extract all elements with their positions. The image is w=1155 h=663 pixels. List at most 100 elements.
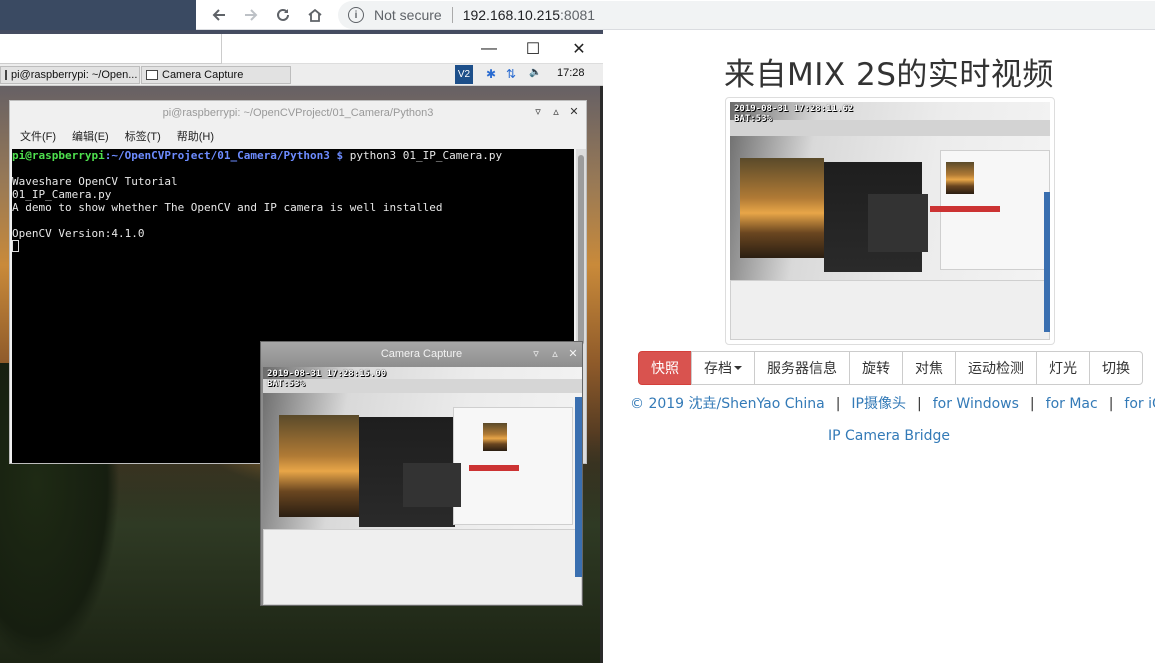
menu-help[interactable]: 帮助(H) (177, 128, 214, 144)
network-icon[interactable]: ⇅ (506, 67, 516, 81)
copyright-link[interactable]: © 2019 沈垚/ShenYao China (630, 396, 825, 412)
archive-dropdown-button[interactable]: 存档 (691, 351, 755, 385)
forward-icon[interactable] (240, 4, 262, 26)
stream-stamp: 2019-08-31 17:28:11.62 BAT:53% (734, 104, 853, 124)
server-info-button[interactable]: 服务器信息 (754, 351, 850, 385)
frame-decor (469, 465, 519, 471)
cursor-line (12, 240, 574, 253)
live-video-frame: 2019-08-31 17:28:11.62 BAT:53% (730, 102, 1050, 340)
frame-decor (279, 415, 359, 517)
terminal-title: pi@raspberrypi: ~/OpenCVProject/01_Camer… (162, 107, 434, 119)
webpage: 来自MIX 2S的实时视频 2019-08-31 17:28:11.62 BAT… (603, 31, 1155, 663)
link-separator: | (917, 396, 922, 412)
minimize-icon[interactable]: ▿ (529, 347, 543, 361)
terminal-icon (5, 70, 7, 80)
light-button[interactable]: 灯光 (1036, 351, 1090, 385)
caret-down-icon (734, 366, 742, 370)
stream-battery: BAT:53% (734, 114, 772, 124)
capture-titlebar: Camera Capture ▿ ▵ ✕ (261, 342, 582, 367)
link-separator: | (1108, 396, 1114, 412)
home-icon[interactable] (304, 4, 326, 26)
capture-battery: BAT:53% (267, 379, 305, 389)
prompt-path: :~/OpenCVProject/01_Camera/Python3 $ (104, 149, 344, 162)
reload-icon[interactable] (272, 4, 294, 26)
taskbar-item-label: Camera Capture (162, 69, 244, 81)
switch-button[interactable]: 切换 (1089, 351, 1143, 385)
frame-decor (740, 158, 824, 258)
vnc-tray-label: V2 (457, 69, 471, 80)
taskbar-item-label: pi@raspberrypi: ~/Open... (11, 69, 138, 81)
ios-link[interactable]: for iOS (1124, 396, 1155, 412)
minimize-icon[interactable]: ▿ (530, 104, 546, 120)
footer-links: © 2019 沈垚/ShenYao China | IP摄像头 | for Window… (630, 393, 1155, 413)
taskbar-item-terminal[interactable]: pi@raspberrypi: ~/Open... (0, 66, 140, 84)
menu-file[interactable]: 文件(F) (20, 128, 56, 144)
browser-toolbar: i Not secure 192.168.10.215:8081 (196, 0, 1155, 30)
frame-decor (1044, 192, 1050, 332)
minimize-icon[interactable]: — (474, 38, 504, 60)
prompt-line: pi@raspberrypi:~/OpenCVProject/01_Camera… (12, 149, 574, 162)
capture-title: Camera Capture (380, 348, 463, 360)
capture-timestamp: 2019-08-31 17:28:15.00 (267, 369, 387, 379)
ip-camera-bridge-link[interactable]: IP Camera Bridge (603, 428, 1155, 444)
url-host: 192.168.10.215 (462, 7, 561, 23)
terminal-menubar: 文件(F) 编辑(E) 标签(T) 帮助(H) (10, 125, 586, 147)
address-separator (451, 7, 453, 23)
vnc-window-titlebar: — ☐ ✕ (0, 34, 603, 64)
frame-decor (483, 423, 507, 451)
rotate-button[interactable]: 旋转 (849, 351, 903, 385)
archive-label: 存档 (704, 361, 732, 377)
maximize-icon[interactable]: ▵ (548, 104, 564, 120)
pi-taskbar: pi@raspberrypi: ~/Open... Camera Capture… (0, 64, 603, 86)
output-line: Waveshare OpenCV Tutorial (12, 175, 178, 188)
close-icon[interactable]: ✕ (566, 104, 582, 120)
frame-decor (868, 194, 928, 252)
focus-button[interactable]: 对焦 (902, 351, 956, 385)
maximize-icon[interactable]: ☐ (518, 38, 548, 60)
volume-icon[interactable]: 🔈 (529, 67, 541, 78)
capture-stamp: 2019-08-31 17:28:15.00 BAT:53% (267, 369, 386, 389)
output-line: OpenCV Version:4.1.0 (12, 227, 145, 240)
scrollbar-thumb[interactable] (578, 155, 584, 345)
terminal-titlebar: pi@raspberrypi: ~/OpenCVProject/01_Camer… (10, 101, 586, 125)
snapshot-button[interactable]: 快照 (638, 351, 692, 385)
page-title: 来自MIX 2S的实时视频 (724, 57, 1054, 93)
output-line: A demo to show whether The OpenCV and IP… (12, 201, 443, 214)
camera-capture-window: Camera Capture ▿ ▵ ✕ 2019-08-31 17:28:15… (260, 341, 583, 606)
text-cursor (12, 240, 19, 252)
background-strip (0, 0, 196, 30)
back-icon[interactable] (208, 4, 230, 26)
vnc-title-area (0, 34, 222, 64)
command-text: python3 01_IP_Camera.py (343, 149, 503, 162)
motion-detect-button[interactable]: 运动检测 (955, 351, 1037, 385)
stream-timestamp: 2019-08-31 17:28:11.62 (734, 104, 854, 114)
close-icon[interactable]: ✕ (566, 347, 580, 361)
menu-edit[interactable]: 编辑(E) (72, 128, 109, 144)
frame-decor (575, 397, 582, 577)
taskbar-item-camera-capture[interactable]: Camera Capture (141, 66, 291, 84)
close-icon[interactable]: ✕ (564, 38, 594, 60)
window-icon (146, 70, 158, 80)
address-bar[interactable]: i Not secure 192.168.10.215:8081 (338, 1, 1155, 29)
windows-link[interactable]: for Windows (933, 396, 1019, 412)
frame-decor (730, 280, 1050, 340)
url-port: :8081 (560, 7, 596, 23)
frame-decor (263, 529, 582, 605)
vnc-tray-icon[interactable]: V2 (455, 65, 473, 84)
bluetooth-icon[interactable]: ✱ (486, 67, 496, 81)
maximize-icon[interactable]: ▵ (548, 347, 562, 361)
control-button-group: 快照 存档 服务器信息 旋转 对焦 运动检测 灯光 切换 (638, 351, 1143, 385)
ip-camera-link[interactable]: IP摄像头 (851, 396, 906, 412)
link-separator: | (1029, 396, 1035, 412)
video-thumbnail[interactable]: 2019-08-31 17:28:11.62 BAT:53% (725, 97, 1055, 345)
frame-decor (403, 463, 461, 507)
info-icon[interactable]: i (348, 7, 364, 23)
capture-video-frame: 2019-08-31 17:28:15.00 BAT:53% (263, 367, 582, 605)
menu-tabs[interactable]: 标签(T) (125, 128, 161, 144)
mac-link[interactable]: for Mac (1046, 396, 1098, 412)
output-line: 01_IP_Camera.py (12, 188, 112, 201)
screen: i Not secure 192.168.10.215:8081 — ☐ ✕ p… (0, 0, 1155, 663)
security-label: Not secure (374, 7, 442, 23)
